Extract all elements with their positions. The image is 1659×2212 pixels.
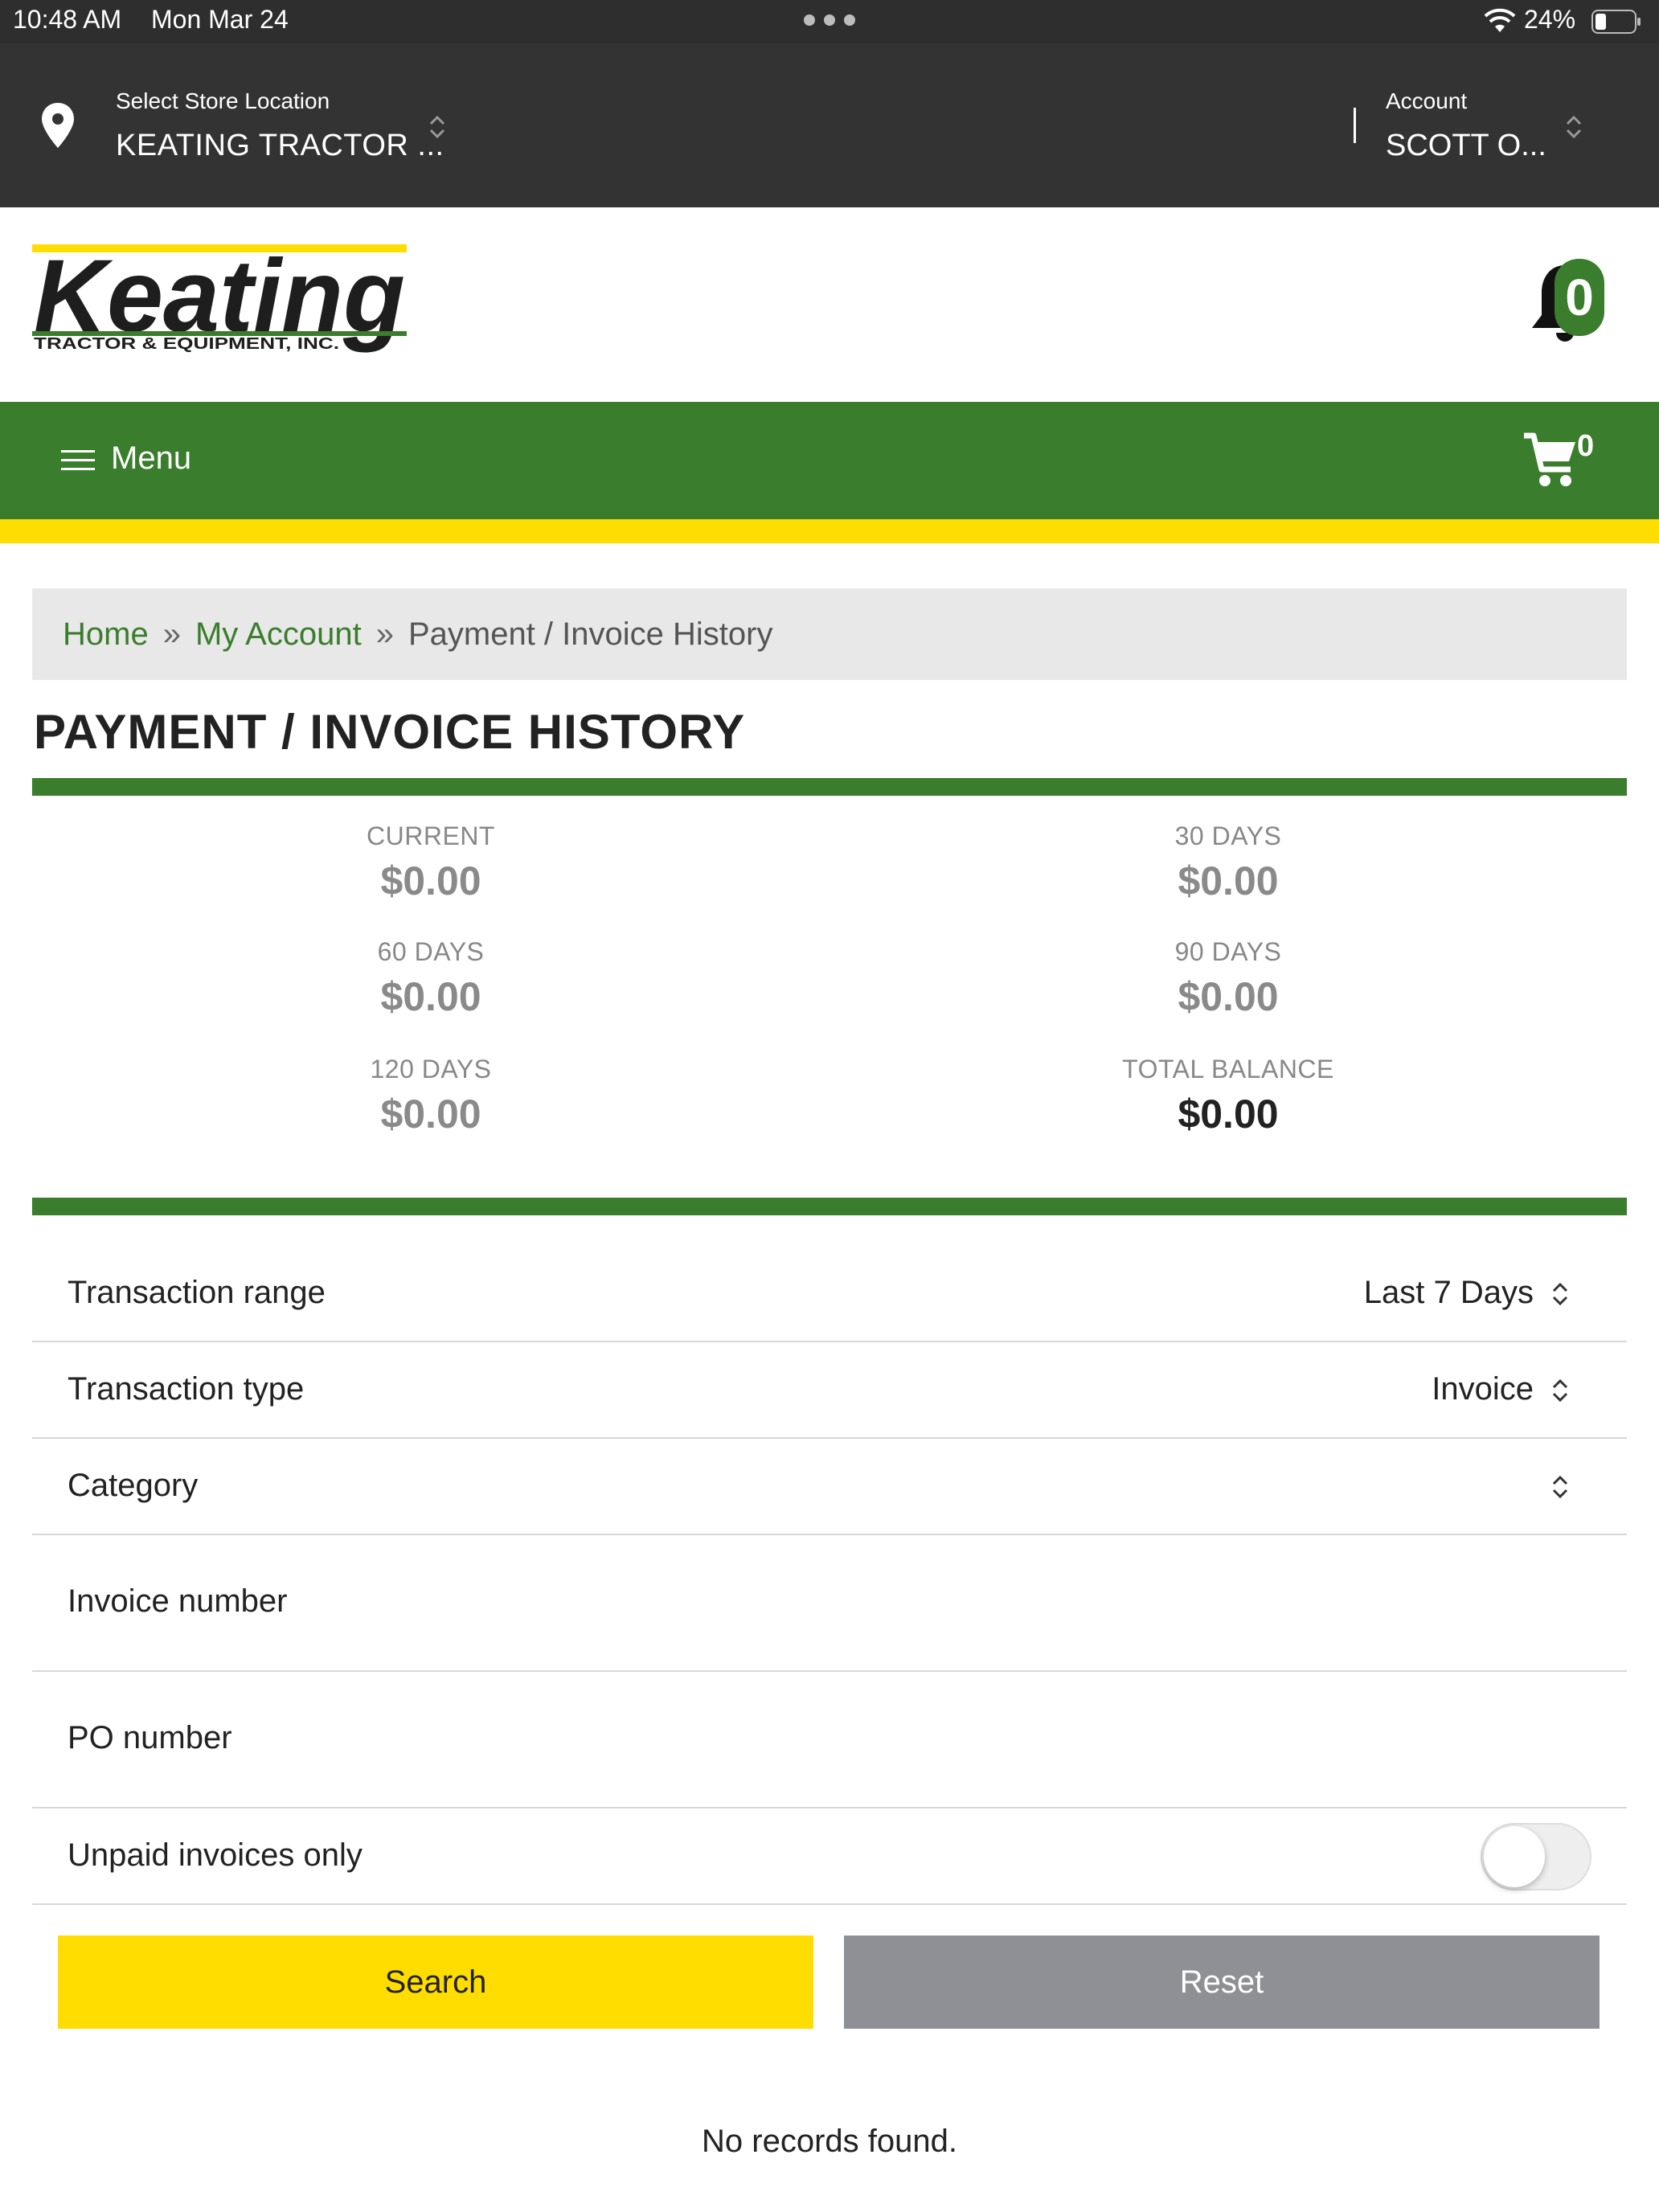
account-select-chevron-icon[interactable]: [1563, 113, 1585, 141]
aging-label: CURRENT: [367, 821, 495, 850]
aging-value: $0.00: [1178, 974, 1279, 1019]
store-location-label: Select Store Location: [116, 88, 330, 113]
aging-value: $0.00: [380, 974, 481, 1019]
battery-percent: 24%: [1524, 5, 1576, 34]
unpaid-invoices-label: Unpaid invoices only: [68, 1837, 363, 1873]
menu-button[interactable]: Menu: [111, 440, 191, 477]
aging-value: $0.00: [380, 858, 481, 903]
battery-icon: [1591, 10, 1641, 34]
account-label: Account: [1386, 88, 1468, 113]
aging-label: 30 DAYS: [1174, 821, 1282, 850]
no-records-message: No records found.: [702, 2124, 957, 2159]
po-number-label: PO number: [68, 1720, 232, 1755]
transaction-range-value[interactable]: Last 7 Days: [1364, 1275, 1534, 1311]
invoice-number-input[interactable]: [386, 1567, 1575, 1640]
aging-label: TOTAL BALANCE: [1122, 1055, 1334, 1083]
main-menu-bar: Menu 0: [0, 402, 1659, 519]
aging-120-days: 120 DAYS $0.00: [222, 1055, 640, 1137]
aging-label: 90 DAYS: [1174, 937, 1282, 966]
po-number-input[interactable]: [386, 1704, 1575, 1776]
transaction-type-value[interactable]: Invoice: [1432, 1371, 1534, 1407]
multitasking-dots-icon[interactable]: [804, 14, 855, 27]
yellow-accent-stripe: [0, 519, 1659, 543]
keating-logo[interactable]: Keating TRACTOR & EQUIPMENT, INC.: [31, 243, 410, 368]
category-select[interactable]: Category: [32, 1439, 1627, 1535]
aging-value: $0.00: [1178, 858, 1279, 903]
reset-button[interactable]: Reset: [844, 1936, 1600, 2029]
status-time: 10:48 AM: [13, 5, 122, 34]
shopping-cart-icon[interactable]: [1522, 431, 1580, 490]
summary-bottom-rule: [32, 1198, 1627, 1215]
transaction-type-select[interactable]: Transaction type Invoice: [32, 1342, 1627, 1439]
invoice-number-label: Invoice number: [68, 1583, 288, 1619]
status-bar: 10:48 AM Mon Mar 24 24%: [0, 0, 1659, 43]
store-location-select[interactable]: KEATING TRACTOR ...: [116, 129, 444, 163]
transaction-range-label: Transaction range: [68, 1275, 326, 1310]
notification-count-badge[interactable]: 0: [1555, 259, 1604, 336]
unpaid-invoices-row: Unpaid invoices only: [32, 1809, 1627, 1905]
chevron-up-down-icon[interactable]: [1550, 1376, 1571, 1405]
aging-value: $0.00: [380, 1092, 481, 1137]
hamburger-menu-icon[interactable]: [61, 449, 95, 473]
svg-text:TRACTOR & EQUIPMENT, INC.: TRACTOR & EQUIPMENT, INC.: [34, 335, 339, 353]
store-select-chevron-icon[interactable]: [426, 113, 449, 141]
chevron-up-down-icon[interactable]: [1550, 1280, 1571, 1309]
toggle-knob: [1484, 1826, 1545, 1887]
transaction-range-select[interactable]: Transaction range Last 7 Days: [32, 1246, 1627, 1342]
wifi-icon: [1484, 8, 1516, 32]
account-divider: [1354, 108, 1356, 143]
aging-current: CURRENT $0.00: [222, 821, 640, 904]
status-date: Mon Mar 24: [151, 5, 289, 34]
aging-total-balance: TOTAL BALANCE $0.00: [1019, 1055, 1437, 1137]
total-balance-value: $0.00: [1178, 1092, 1279, 1137]
po-number-row: PO number: [32, 1672, 1627, 1809]
aging-label: 60 DAYS: [377, 937, 485, 966]
breadcrumb-separator: »: [162, 616, 181, 652]
store-account-bar: Select Store Location KEATING TRACTOR ..…: [0, 43, 1659, 207]
summary-top-rule: [32, 778, 1627, 796]
aging-30-days: 30 DAYS $0.00: [1019, 821, 1437, 904]
account-select[interactable]: SCOTT O...: [1386, 129, 1546, 163]
category-label: Category: [68, 1468, 199, 1503]
breadcrumb-my-account-link[interactable]: My Account: [195, 616, 362, 652]
transaction-type-label: Transaction type: [68, 1371, 305, 1407]
aging-60-days: 60 DAYS $0.00: [222, 937, 640, 1020]
aging-90-days: 90 DAYS $0.00: [1019, 937, 1437, 1020]
unpaid-invoices-toggle[interactable]: [1481, 1823, 1591, 1890]
breadcrumb: Home » My Account » Payment / Invoice Histor…: [32, 588, 1627, 680]
page-title: PAYMENT / INVOICE HISTORY: [34, 705, 746, 759]
breadcrumb-home-link[interactable]: Home: [63, 616, 149, 652]
invoice-number-row: Invoice number: [32, 1535, 1627, 1672]
chevron-up-down-icon[interactable]: [1550, 1473, 1571, 1501]
aging-label: 120 DAYS: [370, 1055, 492, 1083]
breadcrumb-separator: »: [375, 616, 394, 652]
location-pin-icon[interactable]: [40, 101, 76, 150]
breadcrumb-current: Payment / Invoice History: [408, 616, 773, 652]
search-button[interactable]: Search: [58, 1936, 813, 2029]
cart-count[interactable]: 0: [1577, 429, 1594, 464]
